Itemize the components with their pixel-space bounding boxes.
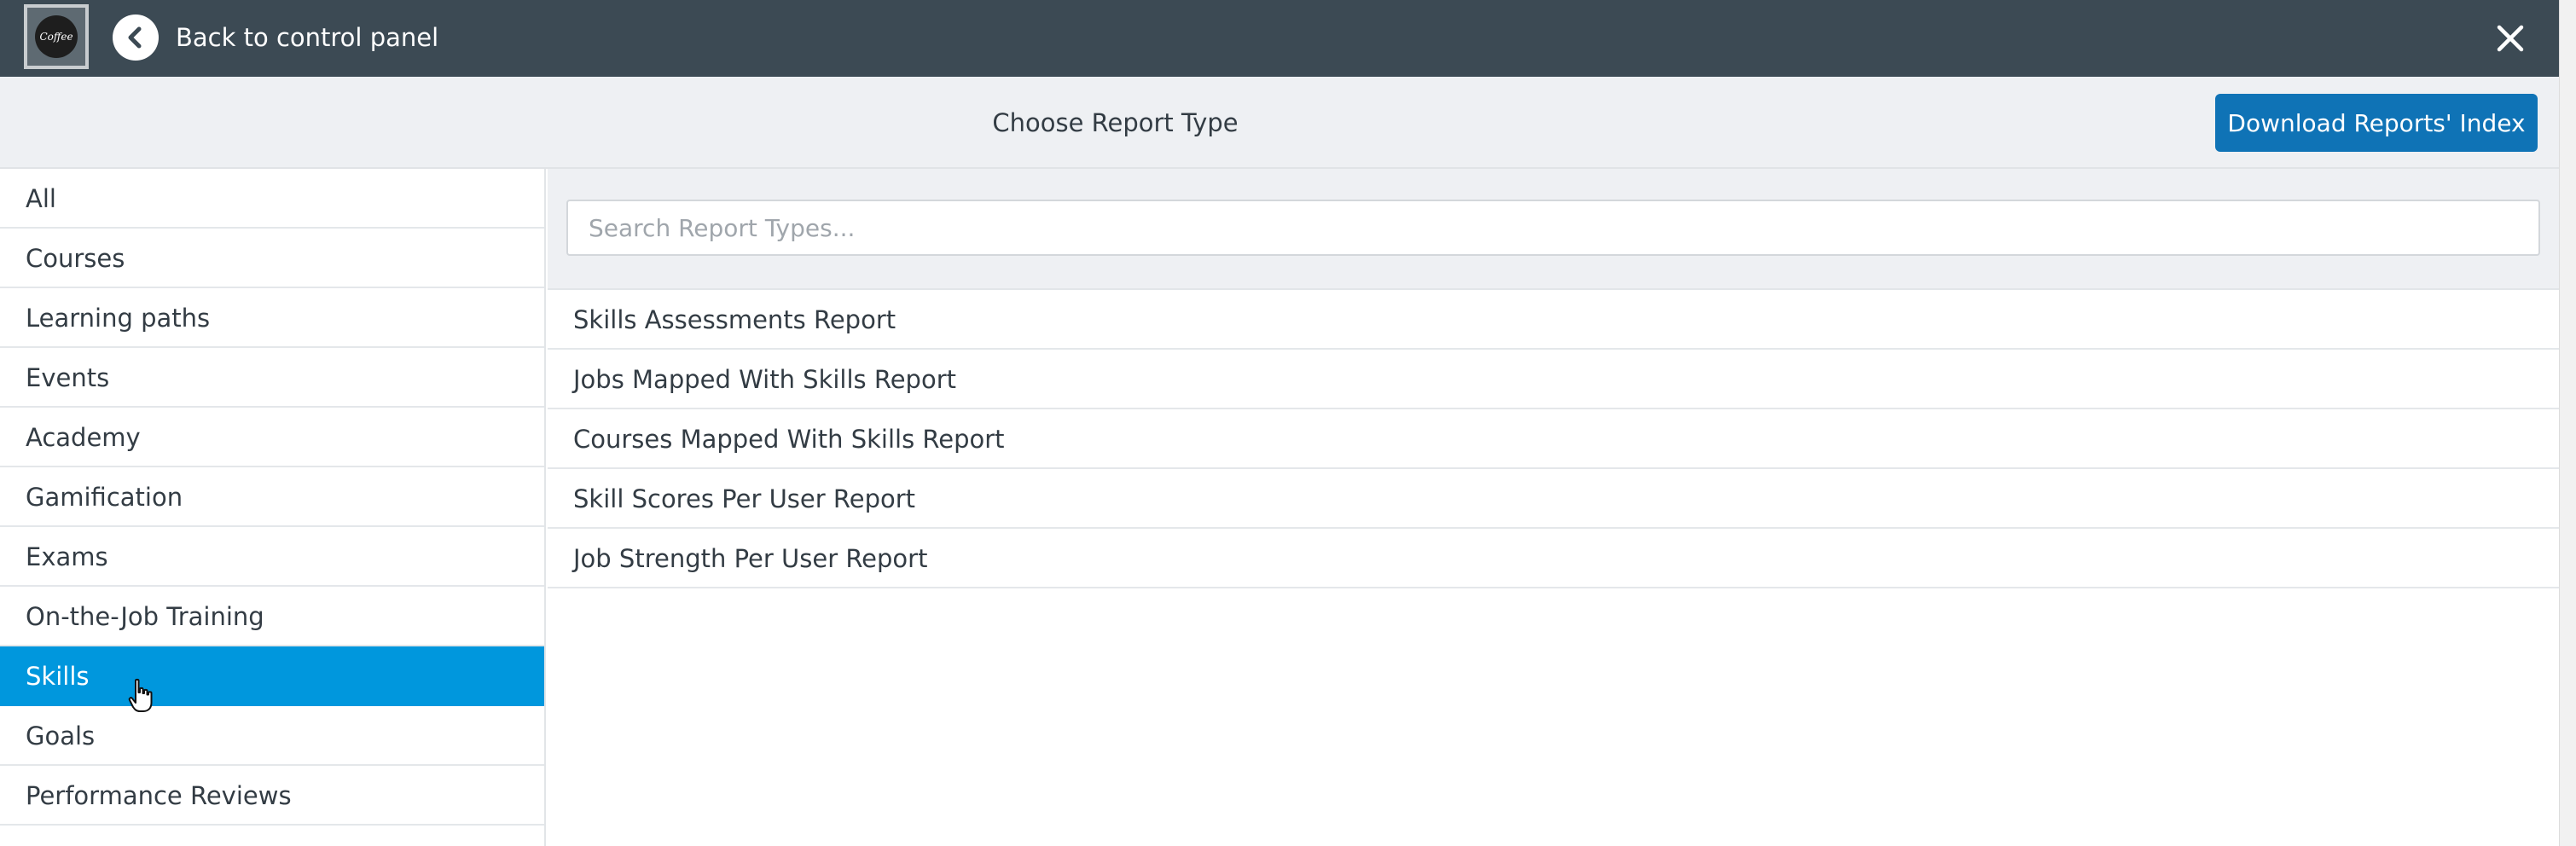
download-reports-index-button[interactable]: Download Reports' Index [2215, 94, 2538, 152]
back-label: Back to control panel [176, 23, 439, 52]
sidebar-item-exams[interactable]: Exams [0, 527, 544, 587]
report-item-courses-mapped-with-skills[interactable]: Courses Mapped With Skills Report [548, 409, 2559, 469]
hand-cursor-icon [128, 678, 153, 712]
report-item-skills-assessments[interactable]: Skills Assessments Report [548, 290, 2559, 350]
sidebar-item-on-the-job-training[interactable]: On-the-Job Training [0, 587, 544, 646]
sidebar-item-gamification[interactable]: Gamification [0, 467, 544, 527]
close-icon[interactable] [2489, 17, 2532, 60]
sidebar-item-performance-reviews[interactable]: Performance Reviews [0, 766, 544, 826]
sidebar-item-learning-paths[interactable]: Learning paths [0, 288, 544, 348]
logo-text: Coffee [35, 15, 78, 58]
category-list: All Courses Learning paths Events Academ… [0, 169, 544, 826]
sidebar-item-academy[interactable]: Academy [0, 408, 544, 467]
report-type-header: Choose Report Type Download Reports' Ind… [0, 77, 2559, 169]
top-bar: Coffee Back to control panel [0, 0, 2559, 77]
sidebar-item-courses[interactable]: Courses [0, 229, 544, 288]
report-types-panel: Skills Assessments Report Jobs Mapped Wi… [548, 169, 2559, 846]
report-item-skill-scores-per-user[interactable]: Skill Scores Per User Report [548, 469, 2559, 529]
sidebar-item-all[interactable]: All [0, 169, 544, 229]
back-to-control-panel-link[interactable]: Back to control panel [113, 14, 438, 61]
category-sidebar: All Courses Learning paths Events Academ… [0, 169, 546, 846]
search-bar [548, 169, 2559, 290]
sidebar-item-events[interactable]: Events [0, 348, 544, 408]
report-type-list: Skills Assessments Report Jobs Mapped Wi… [548, 290, 2559, 588]
window-scrollbar[interactable] [2559, 0, 2576, 846]
report-item-job-strength-per-user[interactable]: Job Strength Per User Report [548, 529, 2559, 588]
coffee-logo[interactable]: Coffee [24, 4, 89, 69]
chevron-left-circle-icon [113, 14, 159, 61]
search-input[interactable] [566, 200, 2540, 256]
page-title: Choose Report Type [992, 108, 1239, 137]
report-item-jobs-mapped-with-skills[interactable]: Jobs Mapped With Skills Report [548, 350, 2559, 409]
sidebar-item-skills[interactable]: Skills [0, 646, 544, 706]
sidebar-item-goals[interactable]: Goals [0, 706, 544, 766]
